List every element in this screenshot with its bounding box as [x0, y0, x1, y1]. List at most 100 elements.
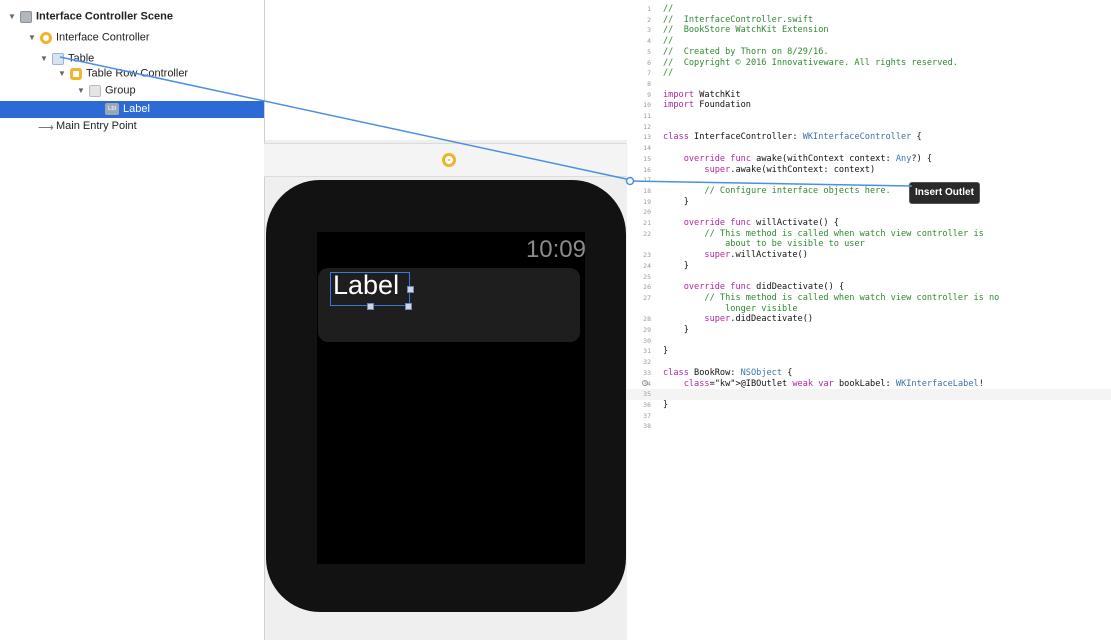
resize-handle[interactable] — [405, 303, 412, 310]
line-number: 23 — [643, 251, 651, 260]
code-line[interactable]: 26 override func didDeactivate() { — [627, 282, 1111, 293]
line-number: 25 — [643, 272, 651, 281]
line-number: 19 — [643, 197, 651, 206]
document-outline: ▼ Interface Controller Scene ▼ Interface C… — [0, 0, 264, 640]
interface-controller-icon[interactable] — [442, 153, 456, 167]
resize-handle[interactable] — [407, 286, 414, 293]
line-number: 20 — [643, 208, 651, 217]
code-text: } — [663, 260, 689, 271]
code-line[interactable]: 14 — [627, 143, 1111, 154]
code-line[interactable]: 9 import WatchKit — [627, 90, 1111, 101]
code-text: import Foundation — [663, 100, 751, 111]
scene-icon — [20, 10, 32, 23]
code-line[interactable]: 15 override func awake(withContext conte… — [627, 154, 1111, 165]
outline-item-label-selected[interactable]: Lbl Label — [0, 101, 264, 118]
code-line[interactable]: 19 } — [627, 197, 1111, 208]
label-selection-frame[interactable] — [330, 272, 410, 306]
code-line[interactable]: 17 — [627, 175, 1111, 186]
code-text: override func didDeactivate() { — [683, 282, 845, 293]
line-number: 6 — [647, 58, 651, 67]
line-number: 9 — [647, 90, 651, 99]
line-number: 34 — [643, 379, 651, 388]
outline-item-label: Table — [68, 52, 95, 65]
code-line[interactable]: 22 // This method is called when watch v… — [627, 229, 1111, 240]
code-line[interactable]: 10 import Foundation — [627, 100, 1111, 111]
code-text: override func willActivate() { — [683, 218, 839, 228]
code-line[interactable]: 31} — [627, 346, 1111, 357]
line-number: 31 — [643, 347, 651, 356]
outline-item-interface-controller-scene[interactable]: ▼ Interface Controller Scene — [8, 8, 173, 25]
code-text: // This method is called when watch view… — [704, 292, 1000, 303]
line-number: 8 — [647, 79, 651, 88]
code-line[interactable]: about to be visible to user — [627, 239, 1111, 250]
line-number: 24 — [643, 261, 651, 270]
line-number: 7 — [647, 69, 651, 78]
code-line[interactable]: 3 // BookStore WatchKit Extension — [627, 25, 1111, 36]
code-text: override func awake(withContext context:… — [683, 153, 933, 164]
code-line[interactable]: 11 — [627, 111, 1111, 122]
code-line[interactable]: 36} — [627, 400, 1111, 411]
code-line[interactable]: 33 class BookRow: NSObject { — [627, 368, 1111, 379]
code-line[interactable]: 29 } — [627, 325, 1111, 336]
disclosure-triangle-icon[interactable]: ▼ — [8, 8, 17, 25]
outline-item-label: Main Entry Point — [56, 120, 137, 132]
code-line[interactable]: 27 // This method is called when watch v… — [627, 293, 1111, 304]
code-text: } — [663, 325, 689, 335]
code-line[interactable]: 32 — [627, 357, 1111, 368]
outline-item-interface-controller[interactable]: ▼ Interface Controller — [28, 29, 150, 46]
outline-item-main-entry-point[interactable]: ⟶ Main Entry Point — [38, 118, 137, 135]
line-number: 18 — [643, 186, 651, 195]
interface-controller-icon — [40, 31, 52, 44]
outline-item-table-row-controller[interactable]: ▼ Table Row Controller — [58, 65, 188, 82]
disclosure-triangle-icon[interactable]: ▼ — [77, 82, 86, 99]
code-line[interactable]: 28 super.didDeactivate() — [627, 314, 1111, 325]
code-text: class="kw">@IBOutlet weak var bookLabel:… — [683, 378, 984, 389]
code-line[interactable]: 35 — [627, 389, 1111, 401]
code-line[interactable]: 37 — [627, 411, 1111, 422]
canvas-empty-area — [264, 0, 628, 140]
code-line[interactable]: longer visible — [627, 304, 1111, 315]
line-number: 5 — [647, 47, 651, 56]
line-number: 37 — [643, 411, 651, 420]
code-line[interactable]: 25 — [627, 272, 1111, 283]
disclosure-triangle-icon[interactable]: ▼ — [28, 29, 37, 46]
code-line[interactable]: 16 super.awake(withContext: context) — [627, 165, 1111, 176]
code-line[interactable]: 23 super.willActivate() — [627, 250, 1111, 261]
code-line[interactable]: 5 // Created by Thorn on 8/29/16. — [627, 47, 1111, 58]
code-text: super.willActivate() — [704, 250, 808, 261]
disclosure-triangle-icon[interactable]: ▼ — [58, 65, 67, 82]
group-icon — [89, 84, 101, 97]
code-line[interactable]: 1 // — [627, 4, 1111, 15]
code-line[interactable]: 30 — [627, 336, 1111, 347]
code-line[interactable]: 34 class="kw">@IBOutlet weak var bookLab… — [627, 379, 1111, 390]
code-line[interactable]: 21 override func willActivate() { — [627, 218, 1111, 229]
code-line[interactable]: 4 // — [627, 36, 1111, 47]
line-number: 15 — [643, 154, 651, 163]
code-line[interactable]: 20 — [627, 207, 1111, 218]
outlet-connection-circle-icon[interactable] — [642, 379, 648, 386]
resize-handle[interactable] — [367, 303, 374, 310]
code-line[interactable]: 13 class InterfaceController: WKInterface… — [627, 132, 1111, 143]
code-line[interactable]: 8 — [627, 79, 1111, 90]
code-line[interactable]: 38 — [627, 421, 1111, 432]
line-number: 33 — [643, 368, 651, 377]
code-line[interactable]: 6 // Copyright © 2016 Innovativeware. All… — [627, 58, 1111, 69]
code-text: class InterfaceController: WKInterfaceCo… — [663, 132, 922, 143]
code-text: // This method is called when watch view… — [704, 228, 984, 239]
line-number: 2 — [647, 15, 651, 24]
outline-item-label: Table Row Controller — [86, 67, 189, 80]
code-line[interactable]: 12 — [627, 122, 1111, 133]
line-number: 38 — [643, 422, 651, 431]
code-line[interactable]: 7 // — [627, 68, 1111, 79]
code-line[interactable]: 18 // Configure interface objects here. — [627, 186, 1111, 197]
code-text: longer visible — [663, 303, 798, 314]
code-line[interactable]: 24 } — [627, 261, 1111, 272]
insert-outlet-tooltip: Insert Outlet — [909, 182, 980, 204]
code-line[interactable]: 2 // InterfaceController.swift — [627, 15, 1111, 26]
outline-item-label: Label — [123, 103, 150, 115]
code-text: } — [663, 346, 669, 357]
outline-item-group[interactable]: ▼ Group — [77, 82, 136, 99]
outline-item-label: Interface Controller Scene — [36, 10, 173, 23]
disclosure-triangle-icon[interactable]: ▼ — [40, 50, 49, 67]
outline-item-label: Interface Controller — [56, 31, 150, 44]
